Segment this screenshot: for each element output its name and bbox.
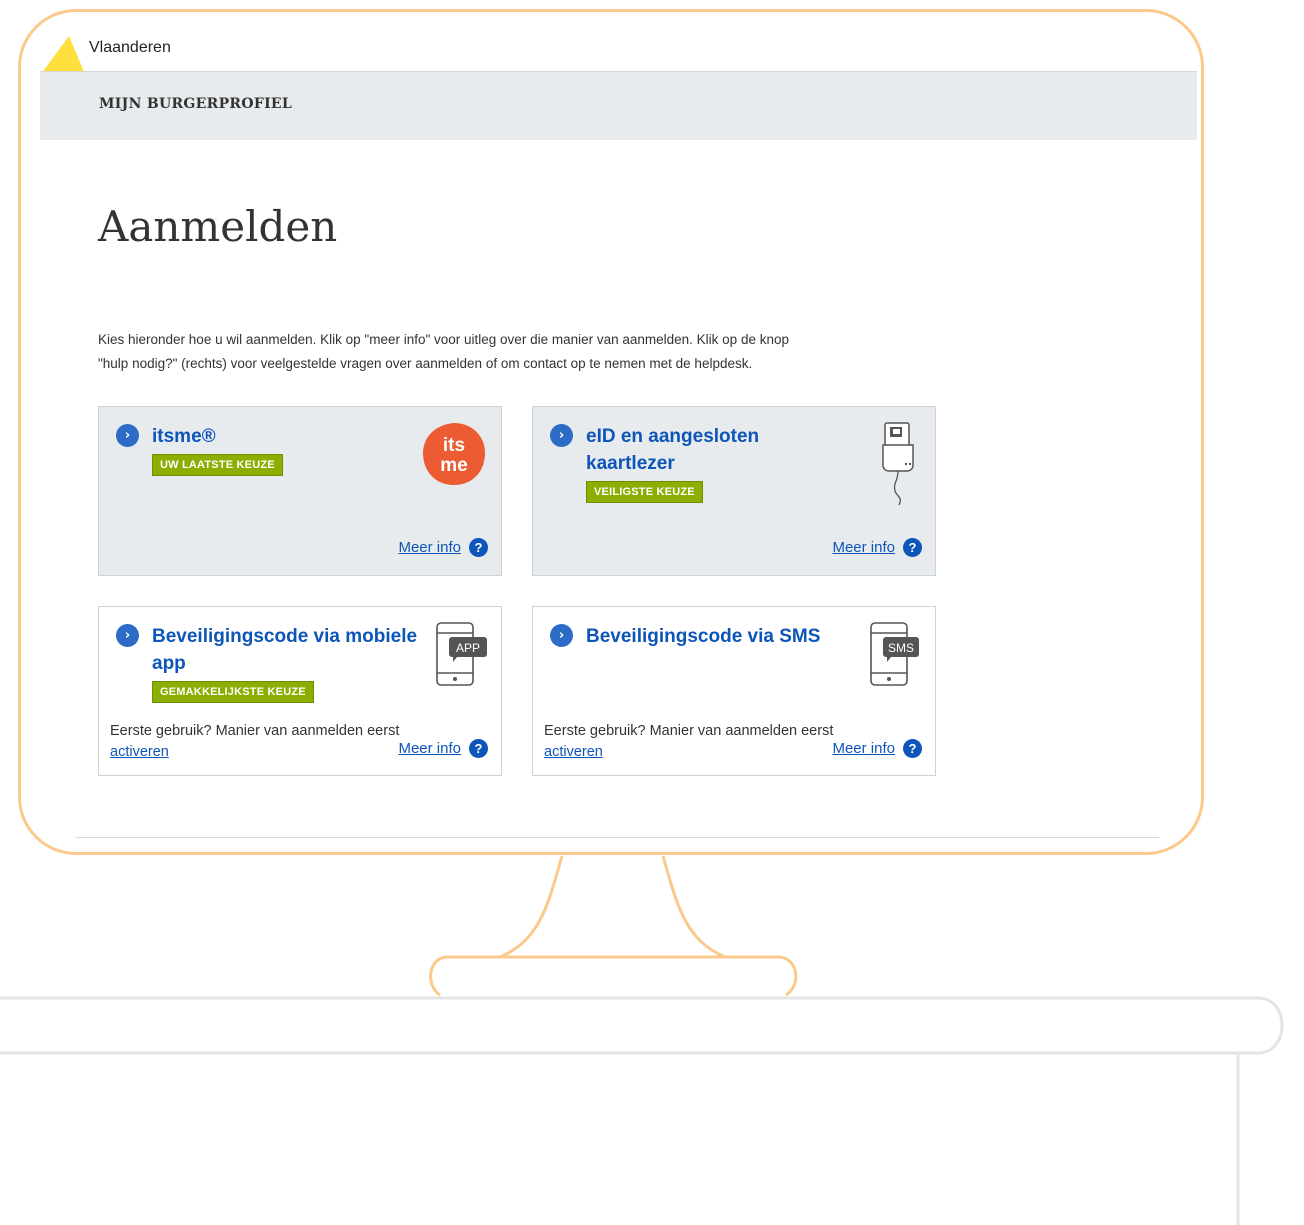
- phone-icon-label: SMS: [888, 641, 914, 655]
- more-info-link[interactable]: Meer info: [398, 539, 461, 556]
- status-badge: GEMAKKELIJKSTE KEUZE: [152, 681, 314, 703]
- first-use-text: Eerste gebruik? Manier van aanmelden eer…: [544, 721, 834, 763]
- more-info: Meer info ?: [398, 739, 488, 758]
- help-icon[interactable]: ?: [903, 538, 922, 557]
- more-info: Meer info ?: [398, 538, 488, 557]
- chevron-right-icon: ›: [116, 424, 139, 447]
- status-badge: UW LAATSTE KEUZE: [152, 454, 283, 476]
- login-option-sms[interactable]: › Beveiligingscode via SMS SMS Eerste ge…: [532, 606, 936, 776]
- first-use-label: Eerste gebruik? Manier van aanmelden eer…: [544, 723, 834, 739]
- more-info: Meer info ?: [832, 739, 922, 758]
- profile-bar: MIJN BURGERPROFIEL: [40, 72, 1197, 140]
- first-use-text: Eerste gebruik? Manier van aanmelden eer…: [110, 721, 400, 763]
- login-option-mobile-app[interactable]: › Beveiligingscode via mobiele app GEMAK…: [98, 606, 502, 776]
- chevron-right-icon: ›: [116, 624, 139, 647]
- login-option-title[interactable]: itsme®: [152, 423, 422, 450]
- help-icon[interactable]: ?: [469, 538, 488, 557]
- itsme-logo-text-top: its: [443, 435, 465, 456]
- phone-app-icon: APP: [436, 622, 487, 686]
- phone-sms-icon: SMS: [870, 622, 919, 686]
- login-option-title[interactable]: eID en aangesloten kaartlezer: [586, 423, 816, 477]
- login-option-title[interactable]: Beveiligingscode via SMS: [586, 623, 856, 650]
- login-option-itsme[interactable]: › itsme® UW LAATSTE KEUZE its me Meer in…: [98, 406, 502, 576]
- chevron-right-icon: ›: [550, 624, 573, 647]
- first-use-label: Eerste gebruik? Manier van aanmelden eer…: [110, 723, 400, 739]
- login-option-title[interactable]: Beveiligingscode via mobiele app: [152, 623, 422, 677]
- help-icon[interactable]: ?: [469, 739, 488, 758]
- brand-name[interactable]: Vlaanderen: [89, 39, 171, 57]
- more-info-link[interactable]: Meer info: [398, 740, 461, 757]
- status-badge: VEILIGSTE KEUZE: [586, 481, 703, 503]
- itsme-logo-icon: its me: [423, 423, 485, 485]
- chevron-right-icon: ›: [550, 424, 573, 447]
- footer-divider: [76, 837, 1159, 838]
- more-info-link[interactable]: Meer info: [832, 740, 895, 757]
- profile-title[interactable]: MIJN BURGERPROFIEL: [99, 96, 292, 112]
- card-reader-icon: [882, 422, 914, 506]
- activate-link[interactable]: activeren: [544, 744, 603, 760]
- phone-icon-label: APP: [456, 641, 480, 655]
- login-option-eid[interactable]: › eID en aangesloten kaartlezer VEILIGST…: [532, 406, 936, 576]
- itsme-logo-text-bottom: me: [440, 455, 467, 476]
- intro-text: Kies hieronder hoe u wil aanmelden. Klik…: [98, 328, 938, 376]
- intro-line-2: "hulp nodig?" (rechts) voor veelgestelde…: [98, 356, 753, 371]
- help-icon[interactable]: ?: [903, 739, 922, 758]
- monitor-screen: Vlaanderen MIJN BURGERPROFIEL Aanmelden …: [18, 9, 1204, 855]
- more-info-link[interactable]: Meer info: [832, 539, 895, 556]
- more-info: Meer info ?: [832, 538, 922, 557]
- page-title: Aanmelden: [98, 202, 338, 251]
- activate-link[interactable]: activeren: [110, 744, 169, 760]
- intro-line-1: Kies hieronder hoe u wil aanmelden. Klik…: [98, 332, 789, 347]
